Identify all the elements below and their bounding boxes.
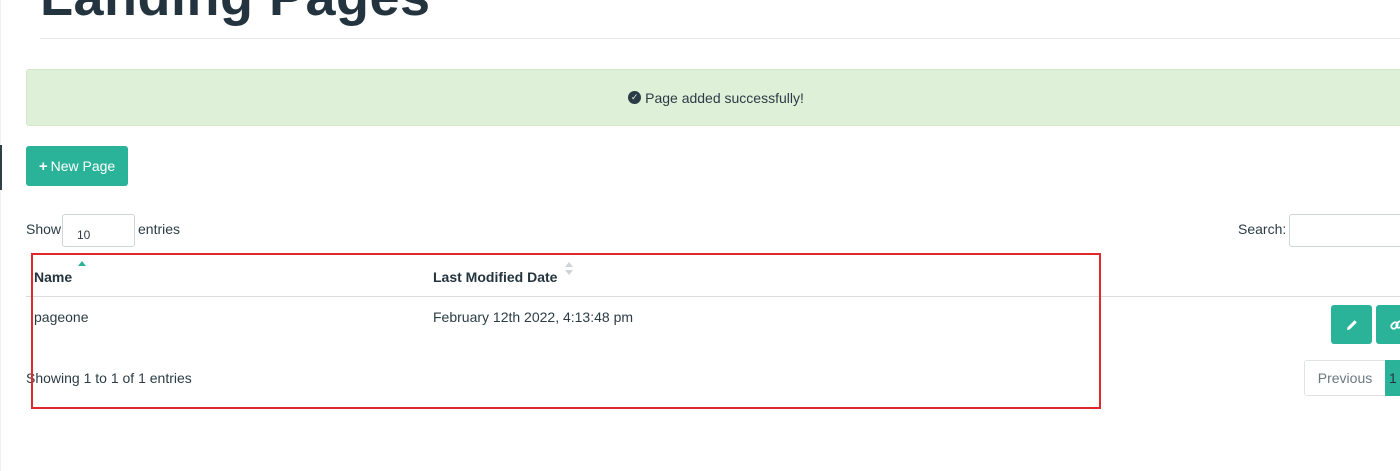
row-name-cell: pageone [34, 309, 89, 325]
edit-page-button[interactable] [1331, 305, 1372, 344]
search-input[interactable] [1289, 214, 1400, 247]
left-edge-divider [0, 0, 1, 471]
new-page-button[interactable]: + New Page [26, 146, 128, 186]
left-nav-indicator [0, 145, 2, 190]
row-last-modified-cell: February 12th 2022, 4:13:48 pm [433, 309, 634, 325]
search-label: Search: [1238, 221, 1287, 237]
sort-unsorted-up-icon [565, 262, 573, 267]
table-info: Showing 1 to 1 of 1 entries [26, 370, 192, 386]
entries-length-select[interactable]: 10 [62, 214, 135, 247]
check-circle-icon: ✓ [628, 91, 642, 104]
success-alert: ✓ Page added successfully! [26, 69, 1400, 126]
show-label: Show [26, 221, 62, 237]
table-header-divider [26, 296, 1400, 297]
alert-message: Page added successfully! [645, 89, 804, 106]
page-title: Landing Pages [40, 0, 431, 28]
plus-icon: + [38, 157, 48, 175]
title-divider [40, 38, 1400, 39]
sort-unsorted-down-icon [565, 270, 573, 275]
copy-link-button[interactable] [1376, 305, 1400, 344]
sort-ascending-icon [78, 261, 86, 266]
pencil-icon [1346, 319, 1357, 330]
column-header-name[interactable]: Name [34, 269, 72, 285]
entries-label: entries [138, 221, 181, 237]
new-page-label: New Page [50, 158, 116, 174]
previous-page-button[interactable]: Previous [1304, 360, 1386, 396]
landing-pages-view: Landing Pages ✓ Page added successfully!… [0, 0, 1400, 471]
link-icon [1389, 319, 1400, 330]
page-1-button[interactable]: 1 [1385, 360, 1400, 396]
column-header-last-modified[interactable]: Last Modified Date [433, 269, 557, 285]
